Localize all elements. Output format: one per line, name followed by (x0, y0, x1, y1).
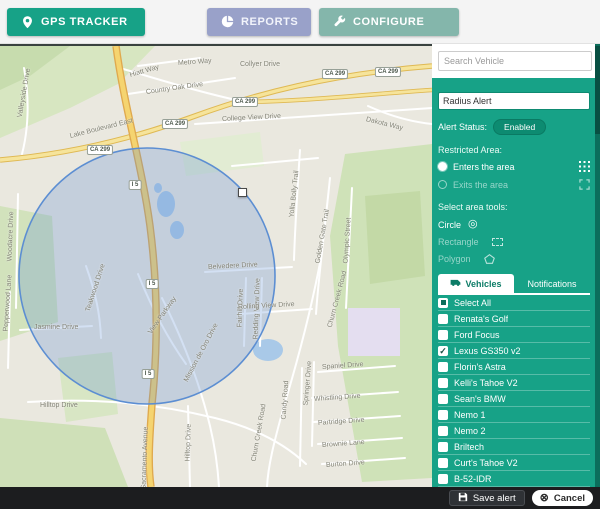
enters-label: Enters the area (453, 162, 515, 172)
rectangle-tool-icon (492, 238, 503, 246)
circle-x-icon: ⊗ (540, 493, 549, 504)
restricted-area-label: Restricted Area: (438, 145, 590, 156)
vehicle-checkbox[interactable] (438, 314, 448, 324)
map-canvas[interactable] (0, 46, 432, 487)
polygon-tool-icon (484, 254, 495, 264)
vehicle-row[interactable]: ✓ Lexus GS350 v2 (438, 343, 590, 359)
vehicle-checkbox[interactable]: ✓ (438, 346, 448, 356)
alert-name-input[interactable] (438, 92, 590, 110)
vehicle-checkbox[interactable] (438, 474, 448, 484)
vehicle-checkbox[interactable] (438, 410, 448, 420)
grid-select-icon (579, 161, 590, 172)
enters-radio[interactable] (438, 162, 447, 171)
toolbar: GPS TRACKER REPORTS CONFIGURE (0, 0, 600, 44)
expand-arrows-icon (579, 179, 590, 190)
vehicle-name: Florin's Astra (454, 362, 506, 372)
reports-label: REPORTS (241, 16, 298, 28)
app-window: GPS TRACKER REPORTS CONFIGURE (0, 0, 600, 509)
vehicle-row[interactable]: Ford Focus (438, 327, 590, 343)
gps-tracker-button[interactable]: GPS TRACKER (7, 8, 145, 36)
vehicle-checkbox[interactable] (438, 362, 448, 372)
save-alert-button[interactable]: Save alert (449, 490, 525, 506)
area-tools-label: Select area tools: (438, 202, 590, 213)
gps-tracker-label: GPS TRACKER (41, 16, 128, 28)
scrollbar-thumb[interactable] (595, 46, 600, 134)
map-pin-icon (21, 15, 34, 29)
configure-button[interactable]: CONFIGURE (319, 8, 459, 36)
vehicle-row[interactable]: Briltech (438, 439, 590, 455)
vehicle-checkbox[interactable] (438, 394, 448, 404)
exits-label: Exits the area (453, 180, 508, 190)
vehicle-name: Sean's BMW (454, 394, 506, 404)
vehicle-name: Lexus GS350 v2 (454, 346, 521, 356)
radius-circle (19, 148, 275, 404)
polygon-tool-label: Polygon (438, 254, 471, 264)
vehicle-row[interactable]: Renata's Golf (438, 311, 590, 327)
vehicle-row[interactable]: Curt's Tahoe V2 (438, 455, 590, 471)
search-bar (432, 44, 600, 78)
rectangle-tool-label: Rectangle (438, 237, 479, 247)
tab-vehicles[interactable]: Vehicles (438, 274, 514, 293)
enters-area-option[interactable]: Enters the area (438, 159, 590, 174)
pie-chart-icon (221, 15, 234, 28)
vehicle-row[interactable]: Sean's BMW (438, 391, 590, 407)
alert-status-label: Alert Status: (438, 122, 487, 132)
vehicle-name: Nemo 2 (454, 426, 486, 436)
save-alert-label: Save alert (473, 493, 516, 504)
rectangle-tool[interactable]: Rectangle (438, 234, 590, 249)
vehicle-name: B-52-IDR (454, 474, 492, 484)
sidebar: Alert Status: Enabled Restricted Area: E… (432, 44, 600, 487)
tab-vehicles-label: Vehicles (465, 279, 501, 289)
main-content: Valleyside DriveHiatt WayMetro WayCountr… (0, 44, 600, 487)
circle-tool-label: Circle (438, 220, 461, 230)
alert-status-toggle[interactable]: Enabled (493, 119, 546, 135)
vehicle-icon (450, 279, 461, 289)
vehicle-row[interactable]: Nemo 1 (438, 407, 590, 423)
polygon-tool[interactable]: Polygon (438, 251, 590, 266)
vehicle-name: Kelli's Tahoe V2 (454, 378, 518, 388)
vehicle-row[interactable]: B-52-IDR (438, 471, 590, 487)
select-all-checkbox[interactable] (438, 298, 448, 308)
exits-radio[interactable] (438, 180, 447, 189)
configure-label: CONFIGURE (353, 16, 424, 28)
tab-notifications[interactable]: Notifications (514, 274, 590, 293)
vehicle-checkbox[interactable] (438, 458, 448, 468)
vehicle-name: Renata's Golf (454, 314, 508, 324)
select-all-label: Select All (454, 298, 491, 308)
circle-tool-icon: ◎ (468, 219, 478, 230)
map[interactable]: Valleyside DriveHiatt WayMetro WayCountr… (0, 44, 432, 487)
vehicle-row[interactable]: Florin's Astra (438, 359, 590, 375)
alert-panel: Alert Status: Enabled Restricted Area: E… (432, 78, 600, 487)
vehicle-name: Ford Focus (454, 330, 500, 340)
sidebar-scrollbar[interactable] (595, 44, 600, 487)
vehicle-row[interactable]: Kelli's Tahoe V2 (438, 375, 590, 391)
vehicle-checkbox[interactable] (438, 442, 448, 452)
vehicle-checkbox[interactable] (438, 330, 448, 340)
circle-tool[interactable]: Circle ◎ (438, 217, 590, 232)
tab-bar: Vehicles Notifications (438, 274, 590, 295)
floppy-disk-icon (458, 492, 468, 505)
search-input[interactable] (438, 51, 592, 71)
radius-resize-handle[interactable] (238, 188, 247, 197)
cancel-label: Cancel (554, 493, 585, 504)
vehicle-checkbox[interactable] (438, 378, 448, 388)
vehicle-name: Briltech (454, 442, 484, 452)
cancel-button[interactable]: ⊗ Cancel (532, 490, 593, 506)
reports-button[interactable]: REPORTS (207, 8, 311, 36)
vehicle-list: Renata's Golf Ford Focus ✓ Lexus GS350 v2 Fl… (438, 311, 590, 487)
select-all-row[interactable]: Select All (438, 295, 590, 311)
wrench-icon (333, 15, 346, 28)
vehicle-row[interactable]: Nemo 2 (438, 423, 590, 439)
vehicle-name: Curt's Tahoe V2 (454, 458, 518, 468)
tab-notifications-label: Notifications (527, 279, 576, 289)
footer-bar: Save alert ⊗ Cancel (0, 487, 600, 509)
exits-area-option[interactable]: Exits the area (438, 177, 590, 192)
vehicle-checkbox[interactable] (438, 426, 448, 436)
vehicle-name: Nemo 1 (454, 410, 486, 420)
